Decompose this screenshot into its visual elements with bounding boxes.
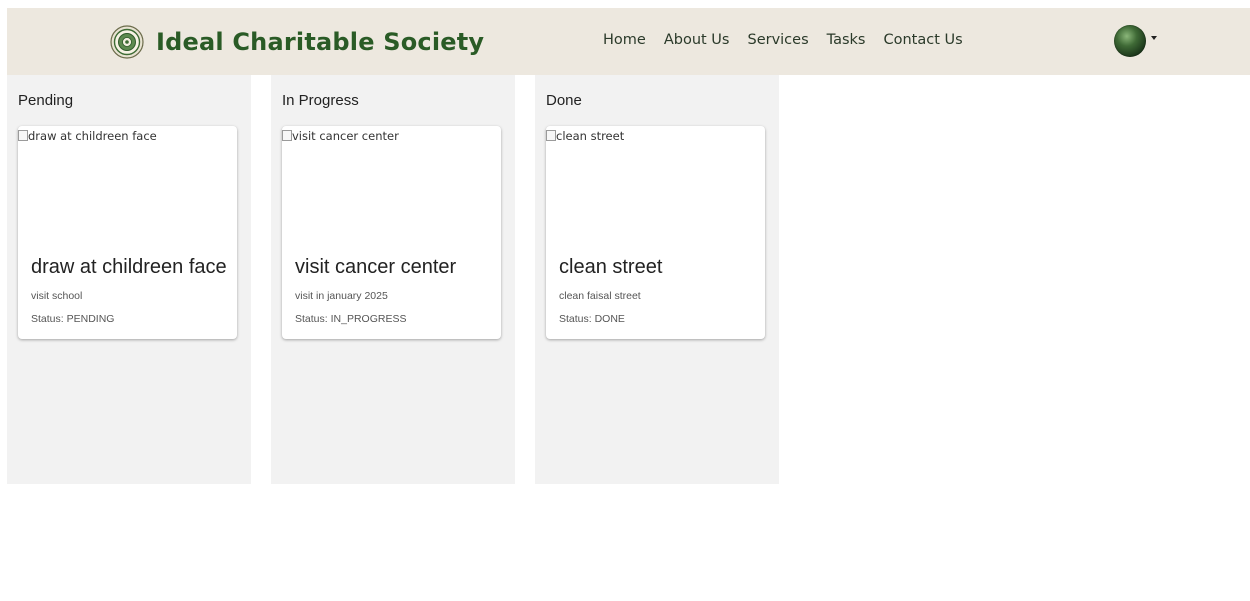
nav-tasks[interactable]: Tasks — [827, 32, 866, 48]
task-card[interactable]: visit cancer center visit cancer center … — [282, 126, 501, 339]
task-description: clean faisal street — [559, 290, 641, 302]
task-description: visit school — [31, 290, 83, 302]
task-description: visit in january 2025 — [295, 290, 388, 302]
task-image: draw at childreen face — [18, 126, 237, 246]
image-alt-text: clean street — [556, 129, 625, 143]
brand[interactable]: Ideal Charitable Society — [110, 22, 484, 62]
brand-name: Ideal Charitable Society — [156, 28, 485, 56]
task-card[interactable]: draw at childreen face draw at childreen… — [18, 126, 237, 339]
column-title: In Progress — [282, 92, 359, 109]
nav-home[interactable]: Home — [603, 32, 646, 48]
task-title: visit cancer center — [295, 256, 457, 278]
nav-services[interactable]: Services — [747, 32, 808, 48]
image-alt-text: draw at childreen face — [28, 129, 157, 143]
society-logo-icon — [110, 25, 144, 59]
task-title: draw at childreen face — [31, 256, 227, 278]
column-pending: Pending draw at childreen face draw at c… — [7, 75, 251, 484]
avatar[interactable] — [1114, 25, 1146, 57]
task-title: clean street — [559, 256, 663, 278]
column-title: Done — [546, 92, 582, 109]
task-status: Status: PENDING — [31, 313, 115, 325]
image-alt-text: visit cancer center — [292, 129, 399, 143]
nav-contact-us[interactable]: Contact Us — [884, 32, 963, 48]
chevron-down-icon[interactable] — [1151, 36, 1157, 40]
broken-image-icon — [282, 130, 292, 141]
broken-image-icon — [18, 130, 28, 141]
column-in-progress: In Progress visit cancer center visit ca… — [271, 75, 515, 484]
top-navbar: Ideal Charitable Society Home About Us S… — [7, 8, 1250, 75]
broken-image-icon — [546, 130, 556, 141]
nav-about-us[interactable]: About Us — [664, 32, 730, 48]
task-status: Status: DONE — [559, 313, 625, 325]
task-image: clean street — [546, 126, 765, 246]
main-nav: Home About Us Services Tasks Contact Us — [603, 32, 981, 48]
user-menu[interactable] — [1114, 25, 1157, 57]
task-status: Status: IN_PROGRESS — [295, 313, 407, 325]
column-done: Done clean street clean street clean fai… — [535, 75, 779, 484]
task-card[interactable]: clean street clean street clean faisal s… — [546, 126, 765, 339]
task-image: visit cancer center — [282, 126, 501, 246]
column-title: Pending — [18, 92, 74, 109]
